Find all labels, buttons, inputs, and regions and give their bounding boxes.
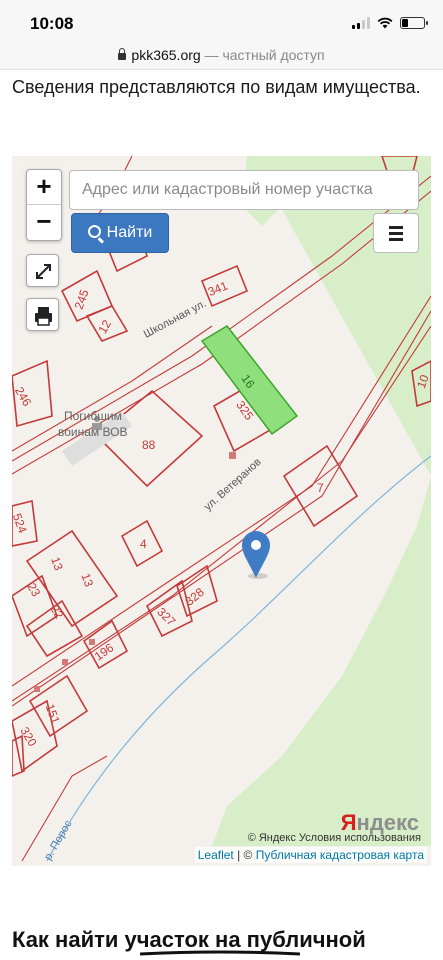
parcel-label: 23 — [24, 580, 43, 599]
intro-paragraph: Сведения представляются по видам имущест… — [12, 77, 421, 97]
wifi-icon — [377, 17, 393, 29]
hamburger-icon — [389, 225, 403, 229]
street-label: Школьная ул. — [142, 298, 209, 341]
battery-icon — [400, 17, 428, 29]
battery-fill — [402, 19, 408, 27]
search-icon — [87, 225, 101, 238]
parcel-label: 341 — [206, 278, 230, 299]
menu-button[interactable] — [373, 213, 419, 253]
zoom-control: + − — [26, 169, 62, 241]
cellular-signal-icon — [352, 17, 370, 29]
url-host: pkk365.org — [131, 47, 201, 63]
status-time: 10:08 — [30, 14, 74, 33]
expand-icon — [36, 264, 51, 279]
status-bar: 10:08 — [0, 0, 443, 44]
parcel-label: 4 — [140, 537, 147, 551]
printer-icon — [35, 307, 52, 326]
attribution-divider: | © — [233, 848, 256, 862]
location-marker-icon[interactable] — [242, 531, 270, 579]
zoom-in-button[interactable]: + — [27, 170, 61, 205]
building-marker — [89, 639, 95, 645]
print-button[interactable] — [26, 298, 59, 331]
attribution-line: Leaflet | © Публичная кадастровая карта — [194, 847, 427, 863]
leaflet-link[interactable]: Leaflet — [198, 848, 234, 862]
heading-underline-decoration — [140, 950, 300, 956]
building-marker — [229, 452, 236, 459]
search-input[interactable] — [69, 170, 419, 210]
parcel-label: 524 — [12, 511, 30, 535]
url-bar[interactable]: pkk365.org — частный доступ — [0, 44, 443, 70]
building-marker — [34, 686, 40, 692]
yandex-terms[interactable]: © Яндекс Условия использования — [248, 832, 421, 844]
find-button-label: Найти — [106, 224, 153, 241]
street-label: ул. Ветеранов — [202, 456, 264, 513]
parcel-label: 7 — [317, 481, 324, 495]
forest-area — [212, 156, 431, 846]
map-attribution: © Яндекс Условия использования Leaflet |… — [12, 832, 431, 866]
parcel-label: 13 — [78, 571, 96, 589]
find-button[interactable]: Найти — [71, 213, 169, 253]
url-separator: — — [200, 47, 223, 63]
zoom-out-button[interactable]: − — [27, 205, 61, 240]
parcel-label: 327 — [154, 605, 178, 629]
parcel-label: 320 — [17, 724, 39, 749]
parcel-label: 245 — [72, 287, 92, 311]
parcel-label: 13 — [48, 555, 66, 573]
status-icons — [352, 17, 428, 29]
monument-label: Погибшим — [64, 409, 122, 423]
monument-label: воинам ВОВ — [58, 425, 127, 439]
parcel-label: 88 — [142, 438, 156, 452]
map-canvas[interactable]: 341 245 12 16 325 246 88 7 524 4 13 13 2… — [12, 156, 431, 866]
cadastral-map-link[interactable]: Публичная кадастровая карта — [256, 848, 424, 862]
building-marker — [62, 659, 68, 665]
cadastral-map[interactable]: 341 245 12 16 325 246 88 7 524 4 13 13 2… — [12, 156, 431, 866]
url-subtitle: частный доступ — [222, 47, 325, 63]
fullscreen-button[interactable] — [26, 254, 59, 287]
parcel-label: 151 — [43, 702, 63, 726]
lock-icon — [118, 48, 127, 60]
